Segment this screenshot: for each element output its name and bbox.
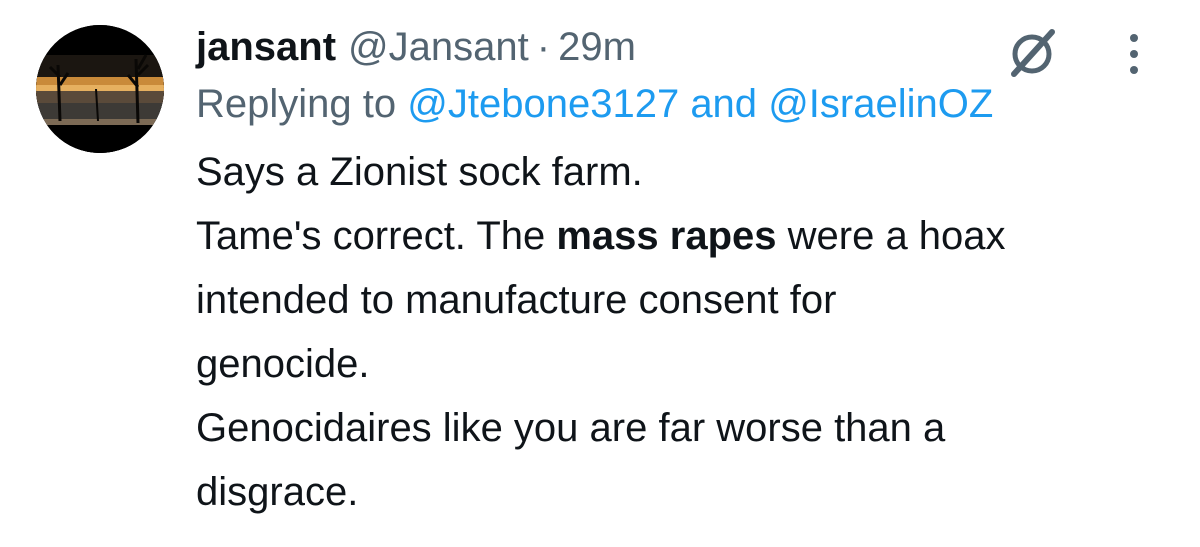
tweet-text-line: Tame's correct. The mass rapes were a ho… xyxy=(196,204,1166,268)
grok-icon[interactable] xyxy=(1002,22,1062,82)
mention-link-1[interactable]: @Jtebone3127 xyxy=(407,82,679,126)
tweet-text-segment: Tame's correct. The xyxy=(196,214,557,258)
tweet-text-bold: mass rapes xyxy=(556,214,777,258)
tweet-text-line: disgrace. xyxy=(196,470,359,514)
tweet-text-line: intended to manufacture consent for xyxy=(196,278,837,322)
mention-joiner: and xyxy=(690,82,758,126)
timestamp[interactable]: 29m xyxy=(558,18,636,76)
replying-to: Replying to @Jtebone3127 and @IsraelinOZ xyxy=(196,76,1176,132)
avatar[interactable] xyxy=(36,25,164,153)
more-icon[interactable] xyxy=(1124,30,1144,78)
tweet-text-line: Says a Zionist sock farm. xyxy=(196,150,643,194)
tweet-text-line: Genocidaires like you are far worse than… xyxy=(196,406,946,450)
tweet-text: Says a Zionist sock farm. Tame's correct… xyxy=(196,140,1166,524)
tweet-content: jansant @Jansant · 29m Replying to @Jteb… xyxy=(196,18,1176,524)
tweet-text-segment: were a hoax xyxy=(776,214,1006,258)
display-name[interactable]: jansant xyxy=(196,18,336,76)
tweet[interactable]: jansant @Jansant · 29m Replying to @Jteb… xyxy=(0,0,1200,547)
avatar-image xyxy=(36,25,164,153)
separator-dot: · xyxy=(536,25,551,69)
user-handle[interactable]: @Jansant xyxy=(348,18,529,76)
replying-to-label: Replying to xyxy=(196,82,397,126)
mention-link-2[interactable]: @IsraelinOZ xyxy=(768,82,993,126)
tweet-text-line: genocide. xyxy=(196,342,370,386)
